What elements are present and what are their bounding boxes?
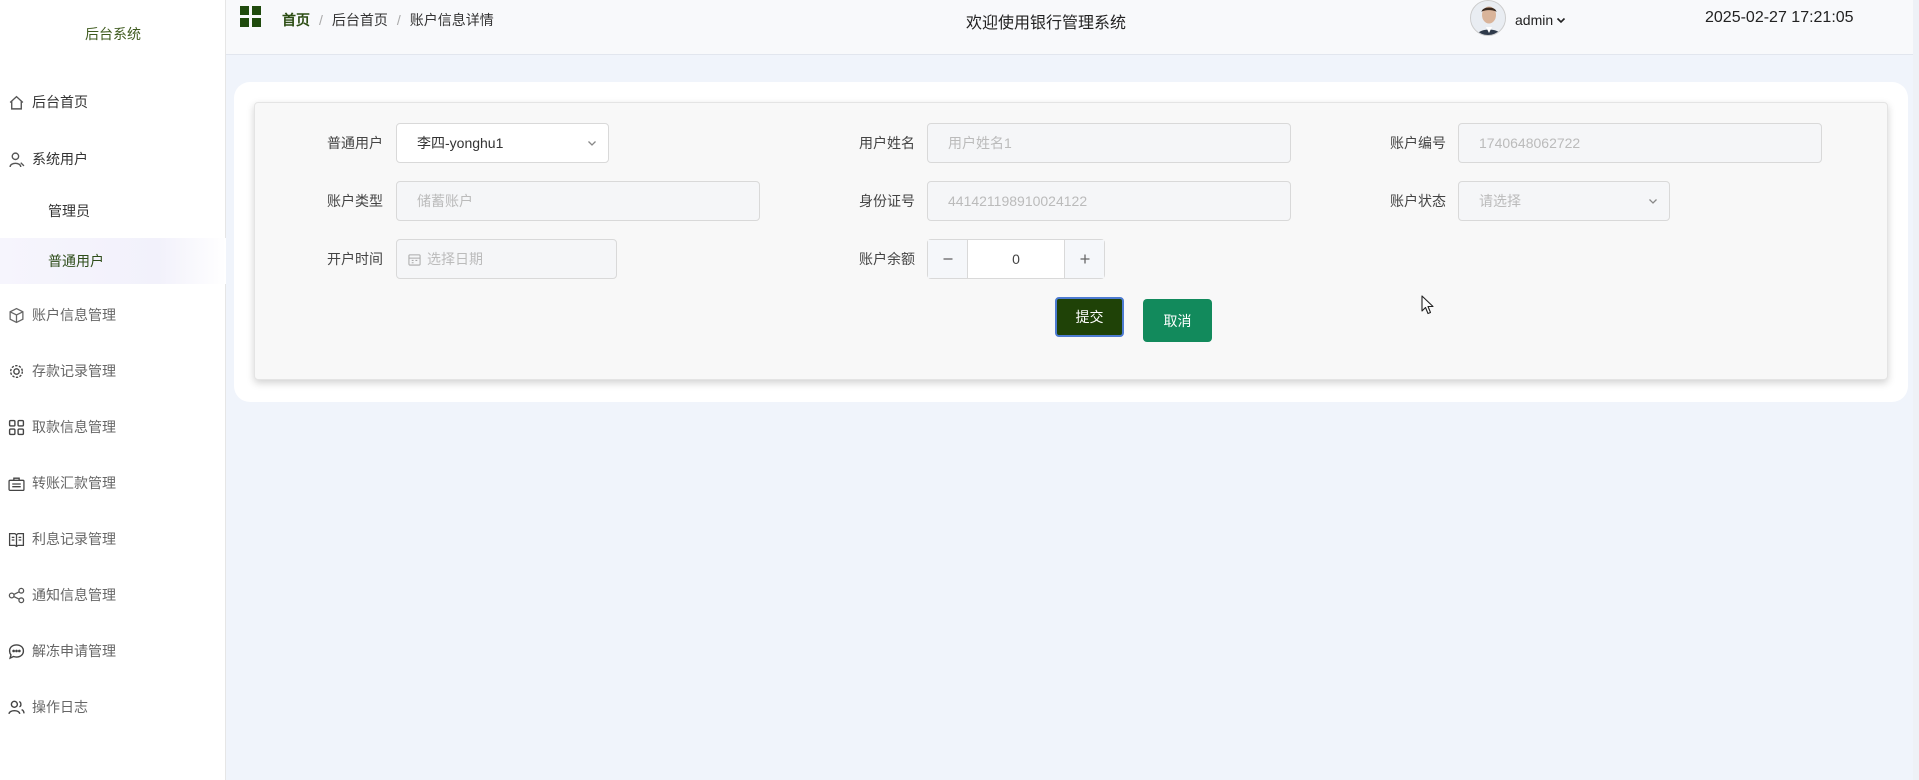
balance-label: 账户余额 — [859, 251, 915, 267]
sidebar-item-unfreeze[interactable]: 解冻申请管理 — [0, 631, 226, 671]
chevron-down-icon — [1649, 199, 1657, 204]
balance-stepper[interactable]: 0 — [927, 239, 1105, 279]
calendar-icon — [408, 254, 421, 266]
breadcrumb-separator: / — [319, 12, 323, 28]
top-header: 首页 / 后台首页 / 账户信息详情 欢迎使用银行管理系统 admin 2025… — [226, 0, 1919, 55]
status-select-placeholder: 请选择 — [1479, 193, 1521, 209]
status-label: 账户状态 — [1390, 193, 1446, 209]
chat-icon — [7, 642, 25, 660]
plus-icon — [1080, 254, 1089, 264]
breadcrumb-current: 账户信息详情 — [409, 12, 494, 28]
account-type-field[interactable]: 储蓄账户 — [396, 181, 760, 221]
grid-icon — [7, 418, 25, 436]
page-title: 欢迎使用银行管理系统 — [966, 15, 1127, 32]
sidebar-item-account-info[interactable]: 账户信息管理 — [0, 295, 226, 335]
avatar[interactable] — [1470, 0, 1506, 36]
breadcrumb-separator: / — [396, 12, 401, 28]
users-icon — [7, 698, 25, 716]
user-select-value: 李四-yonghu1 — [417, 135, 504, 151]
sidebar-item-label: 解冻申请管理 — [32, 643, 116, 659]
sidebar-item-label: 利息记录管理 — [32, 531, 116, 547]
sidebar-item-system-users[interactable]: 系统用户 — [0, 139, 226, 179]
sidebar-item-label: 通知信息管理 — [32, 587, 116, 603]
open-time-date-picker[interactable]: 选择日期 — [396, 239, 617, 279]
sidebar: 后台系统 后台首页 系统用户 管理员 普通用户 账户信息管理 存款记录管理 取款… — [0, 0, 226, 780]
increment-button[interactable] — [1064, 240, 1104, 278]
status-select[interactable]: 请选择 — [1458, 181, 1670, 221]
sidebar-item-label: 普通用户 — [48, 253, 104, 269]
balance-value[interactable]: 0 — [968, 240, 1064, 278]
sidebar-item-dashboard[interactable]: 后台首页 — [0, 82, 226, 122]
account-no-label: 账户编号 — [1390, 135, 1446, 151]
decrement-button[interactable] — [928, 240, 968, 278]
submit-button[interactable]: 提交 — [1055, 297, 1124, 337]
share-icon — [7, 586, 25, 604]
sidebar-item-notification[interactable]: 通知信息管理 — [0, 575, 226, 615]
sidebar-item-deposit[interactable]: 存款记录管理 — [0, 351, 226, 391]
name-label: 用户姓名 — [859, 135, 915, 151]
sidebar-item-label: 取款信息管理 — [32, 419, 116, 435]
username: admin — [1515, 12, 1554, 28]
current-datetime: 2025-02-27 17:21:05 — [1705, 9, 1854, 26]
box-icon — [7, 306, 25, 324]
breadcrumb: 首页 / 后台首页 / 账户信息详情 — [282, 10, 494, 30]
sidebar-item-label: 转账汇款管理 — [32, 475, 116, 491]
sidebar-item-label: 操作日志 — [32, 699, 88, 715]
chevron-down-icon — [588, 141, 596, 146]
sidebar-item-label: 存款记录管理 — [32, 363, 116, 379]
brand-title: 后台系统 — [85, 26, 141, 42]
vertical-scrollbar[interactable] — [1913, 0, 1919, 780]
sidebar-item-transfer[interactable]: 转账汇款管理 — [0, 463, 226, 503]
open-time-label: 开户时间 — [327, 251, 383, 267]
minus-icon — [943, 258, 952, 260]
user-label: 普通用户 — [327, 135, 383, 151]
sidebar-item-label: 系统用户 — [32, 151, 88, 167]
sidebar-subitem-normal-user[interactable]: 普通用户 — [0, 238, 226, 284]
id-no-label: 身份证号 — [859, 193, 915, 209]
user-menu[interactable]: admin — [1515, 12, 1567, 28]
user-icon — [7, 150, 25, 168]
sidebar-item-oplog[interactable]: 操作日志 — [0, 687, 226, 727]
cancel-button[interactable]: 取消 — [1143, 299, 1212, 342]
account-type-label: 账户类型 — [327, 193, 383, 209]
chevron-down-icon — [1557, 17, 1566, 24]
date-placeholder: 选择日期 — [427, 251, 483, 267]
sidebar-item-interest[interactable]: 利息记录管理 — [0, 519, 226, 559]
briefcase-icon — [7, 474, 25, 492]
sidebar-item-label: 后台首页 — [32, 94, 88, 110]
id-no-field[interactable]: 441421198910024122 — [927, 181, 1291, 221]
mouse-cursor-icon — [1421, 295, 1434, 315]
breadcrumb-home[interactable]: 首页 — [282, 10, 310, 30]
name-field[interactable]: 用户姓名1 — [927, 123, 1291, 163]
sidebar-item-label: 管理员 — [48, 203, 90, 219]
gear-icon — [7, 362, 25, 380]
home-icon — [7, 93, 25, 111]
sidebar-subitem-admin[interactable]: 管理员 — [0, 188, 226, 234]
breadcrumb-dashboard[interactable]: 后台首页 — [332, 10, 388, 30]
apps-grid-icon[interactable] — [240, 6, 262, 28]
account-no-field[interactable]: 1740648062722 — [1458, 123, 1822, 163]
sidebar-item-withdraw[interactable]: 取款信息管理 — [0, 407, 226, 447]
user-select[interactable]: 李四-yonghu1 — [396, 123, 609, 163]
sidebar-item-label: 账户信息管理 — [32, 307, 116, 323]
book-icon — [7, 530, 25, 548]
